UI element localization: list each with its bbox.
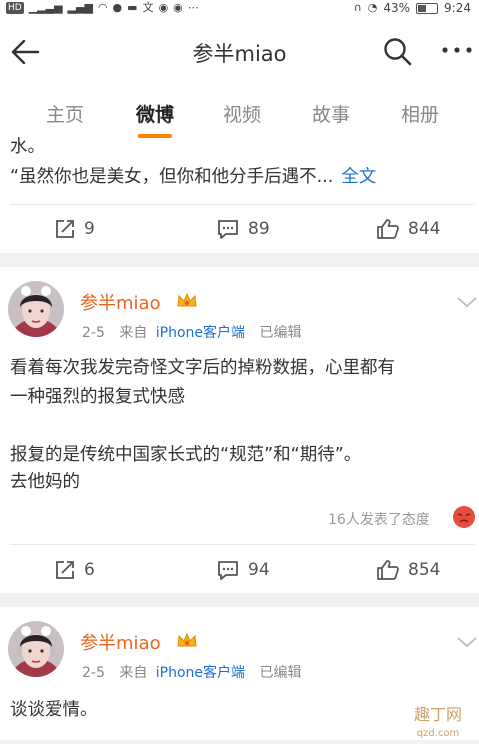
clock: 9:24 xyxy=(444,1,471,15)
post-text-line: “虽然你也是美女，但你和他分手后遇不... 全文 xyxy=(10,162,376,192)
post-meta: 2-5 来自 iPhone客户端 已编辑 xyxy=(82,662,302,682)
status-bar-left: HD ▁▂▃▅ ▂▄▆ ◠ ● ▬ 文 ◉ ◉ ⋯ xyxy=(6,1,199,15)
post-card-1[interactable]: 水。 “虽然你也是美女，但你和他分手后遇不... 全文 9 89 844 xyxy=(0,137,479,253)
username[interactable]: 参半miao xyxy=(80,289,161,315)
search-button[interactable] xyxy=(382,36,414,68)
repost-icon xyxy=(56,561,74,579)
from-label: 来自 xyxy=(119,665,148,681)
chevron-down-icon xyxy=(457,637,477,648)
post-text-line-1: 看着每次我发完奇怪文字后的掉粉数据，心里都有 xyxy=(10,358,395,378)
divider xyxy=(10,204,475,205)
post-meta: 2-5 来自 iPhone客户端 已编辑 xyxy=(82,322,302,342)
edited-label: 已编辑 xyxy=(259,325,302,341)
post-date: 2-5 xyxy=(82,325,105,341)
battery-percent: 43% xyxy=(383,1,411,15)
repost-count: 6 xyxy=(84,560,95,580)
alarm-icon: ◔ xyxy=(367,1,378,14)
watermark-sub: qzd.com xyxy=(417,728,459,739)
watermark-logo: 趣丁网 qzd.com xyxy=(398,700,478,740)
divider xyxy=(10,544,475,545)
post-card-2[interactable]: 参半miao 2-5 来自 iPhone客户端 已编辑 看着每次我发完奇怪文字后… xyxy=(0,267,479,593)
browser-icon: ◉ xyxy=(158,1,169,14)
post-excerpt: “虽然你也是美女，但你和他分手后遇不... xyxy=(10,167,334,187)
app-icon-2: ◉ xyxy=(173,1,183,14)
comment-icon xyxy=(218,561,238,580)
username[interactable]: 参半miao xyxy=(80,629,161,655)
reaction-summary[interactable]: 16人发表了态度 xyxy=(328,509,430,529)
angry-face-icon[interactable] xyxy=(453,506,475,528)
comment-button[interactable]: 94 xyxy=(216,559,270,581)
post-date: 2-5 xyxy=(82,665,105,681)
more-icon xyxy=(442,47,472,53)
like-count: 854 xyxy=(408,560,441,580)
headphone-icon: ∩ xyxy=(353,1,362,14)
signal-icon: ▁▂▃▅ xyxy=(28,1,63,14)
post-text-top-line: 水。 xyxy=(10,137,45,157)
post-menu-chevron[interactable] xyxy=(456,634,478,648)
from-label: 来自 xyxy=(119,325,148,341)
repost-button[interactable]: 9 xyxy=(54,218,95,240)
watermark-text: 趣丁网 xyxy=(414,705,462,724)
vip-crown-icon[interactable] xyxy=(176,631,198,649)
top-app-bar: 参半miao xyxy=(0,18,479,82)
app-icon: ▬ xyxy=(127,1,138,14)
post-text: 谈谈爱情。 xyxy=(10,700,98,720)
post-text-line-2: 一种强烈的报复式快感 xyxy=(10,387,185,407)
avatar-image xyxy=(8,281,64,337)
tab-weibo[interactable]: 微博 xyxy=(120,100,190,127)
hd-badge: HD xyxy=(6,2,24,14)
status-bar: HD ▁▂▃▅ ▂▄▆ ◠ ● ▬ 文 ◉ ◉ ⋯ ∩ ◔ 43% 9:24 xyxy=(0,0,479,18)
more-button[interactable] xyxy=(440,40,474,60)
post-text-line-4: 报复的是传统中国家长式的“规范”和“期待”。 xyxy=(10,445,362,465)
profile-tabs: 主页 微博 视频 故事 相册 xyxy=(0,82,479,142)
repost-count: 9 xyxy=(84,219,95,239)
vip-crown-icon[interactable] xyxy=(176,291,198,309)
post-text-line-5: 去他妈的 xyxy=(10,472,80,492)
status-bar-right: ∩ ◔ 43% 9:24 xyxy=(354,1,471,15)
tab-home[interactable]: 主页 xyxy=(30,100,100,127)
comment-count: 89 xyxy=(248,219,270,239)
battery-icon xyxy=(416,2,439,14)
tab-video[interactable]: 视频 xyxy=(207,100,277,127)
wifi-icon: ◠ xyxy=(97,1,108,14)
like-count: 844 xyxy=(408,219,441,239)
search-icon xyxy=(384,38,412,66)
tab-album[interactable]: 相册 xyxy=(385,100,455,127)
post-menu-chevron[interactable] xyxy=(456,294,478,308)
avatar[interactable] xyxy=(8,621,64,677)
thumbs-up-icon xyxy=(377,560,399,580)
text-char-icon: 文 xyxy=(142,1,154,14)
edited-label: 已编辑 xyxy=(259,665,302,681)
tab-story[interactable]: 故事 xyxy=(296,100,366,127)
chevron-down-icon xyxy=(457,297,477,308)
notification-icon: ● xyxy=(112,1,123,14)
avatar[interactable] xyxy=(8,281,64,337)
thumbs-up-icon xyxy=(377,219,399,239)
comment-button[interactable]: 89 xyxy=(216,218,270,240)
comment-icon xyxy=(218,220,238,239)
full-text-link[interactable]: 全文 xyxy=(341,167,376,187)
post-source[interactable]: iPhone客户端 xyxy=(156,665,245,681)
more-notifications-icon: ⋯ xyxy=(187,1,199,14)
repost-button[interactable]: 6 xyxy=(54,559,95,581)
like-button[interactable]: 854 xyxy=(376,559,440,581)
post-source[interactable]: iPhone客户端 xyxy=(156,325,245,341)
avatar-image xyxy=(8,621,64,677)
repost-icon xyxy=(56,220,74,238)
active-tab-indicator xyxy=(138,134,172,138)
comment-count: 94 xyxy=(248,560,270,580)
signal-icon-2: ▂▄▆ xyxy=(67,1,93,14)
like-button[interactable]: 844 xyxy=(376,218,440,240)
